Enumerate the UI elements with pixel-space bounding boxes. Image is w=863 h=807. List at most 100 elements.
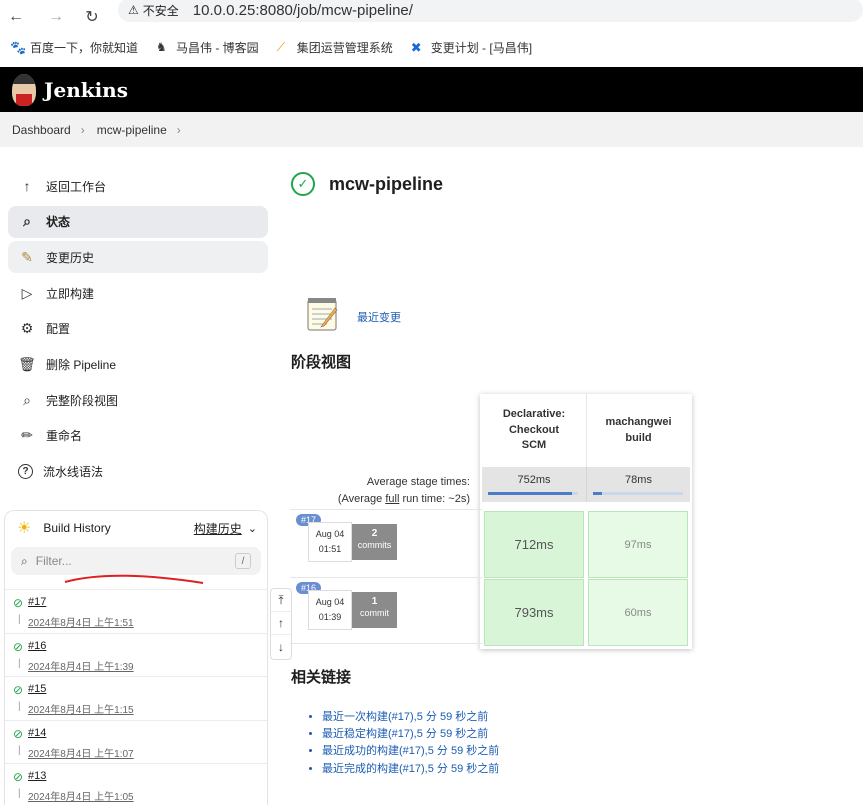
avg-run-prefix: (Average [337,492,386,505]
run-row-16[interactable]: #16 Aug 04 01:39 1 commit [290,577,482,644]
security-warning[interactable]: ⚠ 不安全 [128,2,179,19]
scroll-top-icon[interactable]: ⤒ [271,589,291,612]
build-row[interactable]: ⊘ #16 | 2024年8月4日 上午1:39 [5,632,267,677]
commit-count: 2 [371,528,378,539]
run-commits-button[interactable]: 1 commit [352,592,397,628]
link-last-successful-build[interactable]: 最近成功的构建(#17),5 分 59 秒之前 [322,742,499,759]
sidebar-item-build-now[interactable]: ▷ 立即构建 [8,277,268,309]
stage-avg-progress-fill [488,492,572,495]
search-icon: ⌕ [21,553,28,568]
related-links-list: 最近一次构建(#17),5 分 59 秒之前 最近稳定构建(#17),5 分 5… [310,708,499,777]
stage-avg-progress [488,492,578,495]
forward-icon[interactable]: → [44,5,68,29]
confluence-icon: ✖ [410,40,422,55]
build-date[interactable]: 2024年8月4日 上午1:51 [28,614,134,629]
build-number[interactable]: #13 [28,770,46,782]
success-check-icon: ⊘ [13,683,24,697]
average-times-label: Average stage times: (Average full run t… [290,474,470,507]
arrow-up-icon: ↑ [23,178,31,194]
avg-run-suffix: run time: ~2s) [399,492,470,505]
full-run-link[interactable]: full [385,493,399,505]
success-check-icon: ⊘ [13,726,24,741]
run-time: 01:51 [318,544,342,555]
stage-cell[interactable]: 712ms [484,511,584,578]
sidebar-item-rename[interactable]: ✏ 重命名 [8,420,268,452]
stage-header-checkout: Declarative: Checkout SCM [482,394,586,467]
back-icon[interactable]: ← [4,5,28,29]
sidebar-item-full-stage-view[interactable]: ⌕ 完整阶段视图 [8,384,268,416]
divider: | [18,744,21,756]
stage-cell[interactable]: 97ms [588,511,688,578]
jenkins-title[interactable]: Jenkins [44,78,128,102]
stage-header-build: machangwei build [586,394,690,467]
build-row[interactable]: ⊘ #17 | 2024年8月4日 上午1:51 [5,589,267,633]
success-status-icon: ✓ [291,172,315,196]
stage-cell[interactable]: 60ms [588,579,688,646]
run-month: Aug 04 [315,529,345,539]
jenkins-logo-icon[interactable] [12,73,36,106]
sidebar-item-back-to-dashboard[interactable]: ↑ 返回工作台 [8,170,268,202]
sidebar-item-configure[interactable]: ⚙ 配置 [8,313,268,345]
breadcrumb-job[interactable]: mcw-pipeline [97,123,167,137]
recent-changes-link[interactable]: 最近变更 [357,309,401,325]
bookmark-ops[interactable]: ⟋ 集团运营管理系统 [277,39,393,56]
commit-label: commit [360,608,389,618]
sidebar-item-status[interactable]: ⌕ 状态 [8,205,268,238]
build-date[interactable]: 2024年8月4日 上午1:05 [28,788,134,803]
commit-count: 1 [371,596,378,607]
breadcrumb-dashboard[interactable]: Dashboard [12,123,71,137]
build-date[interactable]: 2024年8月4日 上午1:07 [28,745,134,760]
baidu-icon: 🐾 [10,40,27,55]
sidebar-item-changes[interactable]: ✎ 变更历史 [8,241,268,274]
stage-view-heading: 阶段视图 [291,354,352,371]
trash-icon: 🗑 [18,355,36,372]
run-row-17[interactable]: #17 Aug 04 01:51 2 commits [290,509,482,576]
stage-avg-time: 752ms [517,474,551,486]
build-history-title: Build History [43,521,111,535]
build-trend-link[interactable]: 构建历史 [194,520,242,537]
scroll-up-icon[interactable]: ↑ [271,612,291,635]
bookmark-baidu[interactable]: 🐾 百度一下，你就知道 [10,39,138,56]
address-bar[interactable]: ⚠ 不安全 10.0.0.25:8080/job/mcw-pipeline/ [118,0,863,22]
job-title: ✓ mcw-pipeline [291,172,443,196]
build-row[interactable]: ⊘ #15 | 2024年8月4日 上午1:15 [5,676,267,720]
bookmark-change-plan[interactable]: ✖ 变更计划 - [马昌伟] [411,39,532,56]
chevron-down-icon[interactable]: ⌄ [248,522,257,535]
link-last-stable-build[interactable]: 最近稳定构建(#17),5 分 59 秒之前 [322,725,499,742]
build-row[interactable]: ⊘ #14 | 2024年8月4日 上午1:07 [5,719,267,764]
run-date: Aug 04 01:51 [308,522,352,562]
stage-avg-progress-fill [593,492,602,495]
breadcrumb-chevron-icon[interactable]: › [177,123,181,137]
breadcrumb-chevron-icon[interactable]: › [81,123,85,137]
build-date[interactable]: 2024年8月4日 上午1:39 [28,658,134,673]
bookmark-cnblogs[interactable]: ♞ 马昌伟 - 博客园 [156,39,259,56]
search-icon: ⌕ [23,213,31,230]
scroll-controls: ⤒ ↑ ↓ [270,588,292,660]
build-number[interactable]: #15 [28,683,46,695]
sidebar-item-delete[interactable]: 🗑 删除 Pipeline [8,348,268,380]
notepad-icon [307,298,338,331]
sidebar-item-pipeline-syntax[interactable]: ? 流水线语法 [8,456,268,488]
sidebar: ↑ 返回工作台 ⌕ 状态 ✎ 变更历史 ▷ 立即构建 ⚙ 配置 🗑 删除 Pipeline … [8,170,268,491]
build-number[interactable]: #14 [28,727,46,739]
stage-avg-time: 78ms [625,474,652,486]
stage-avg-progress [593,492,683,495]
build-date[interactable]: 2024年8月4日 上午1:15 [28,701,134,716]
divider: | [18,701,21,712]
reload-icon[interactable]: ↻ [80,5,104,29]
build-row[interactable]: ⊘ #13 | 2024年8月4日 上午1:05 [5,763,267,807]
scroll-down-icon[interactable]: ↓ [271,635,291,658]
warning-icon: ⚠ [128,3,139,17]
pencil-icon: ✏ [21,427,33,444]
build-number[interactable]: #17 [28,596,46,608]
divider: | [18,614,21,625]
build-history-panel: ☀ Build History 构建历史 ⌄ ⌕ Filter... / ⊘ #1… [4,510,268,805]
run-commits-button[interactable]: 2 commits [352,524,397,560]
link-last-build[interactable]: 最近一次构建(#17),5 分 59 秒之前 [322,708,499,725]
stage-cell[interactable]: 793ms [484,579,584,646]
notepad-icon: ✎ [21,248,33,265]
link-last-completed-build[interactable]: 最近完成的构建(#17),5 分 59 秒之前 [322,760,499,777]
run-month: Aug 04 [315,597,345,607]
search-icon: ⌕ [23,391,31,408]
build-number[interactable]: #16 [28,640,46,652]
